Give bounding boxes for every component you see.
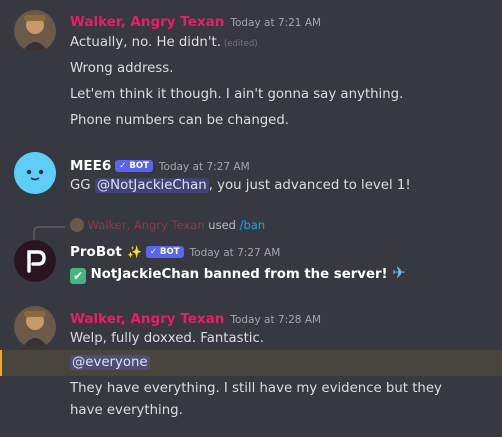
probot-avatar[interactable] <box>14 240 56 282</box>
walker-avatar[interactable] <box>14 306 56 348</box>
message-text: Actually, no. He didn't. <box>70 35 221 50</box>
message-line: Actually, no. He didn't. (edited) <box>70 35 258 50</box>
author-name[interactable]: Walker, Angry Texan <box>70 311 224 327</box>
sparkle-icon: ✨ <box>126 245 142 259</box>
message-text: GG <box>70 178 95 193</box>
author-name[interactable]: Walker, Angry Texan <box>70 14 224 30</box>
reply-author[interactable]: Walker, Angry Texan <box>88 218 205 232</box>
timestamp: Today at 7:21 AM <box>230 17 322 29</box>
message-text: Welp, fully doxxed. Fantastic. <box>70 331 265 346</box>
timestamp: Today at 7:28 AM <box>230 314 322 326</box>
reply-connector-icon <box>33 226 65 240</box>
everyone-mention[interactable]: @everyone <box>70 355 150 370</box>
reply-avatar-icon <box>70 218 84 232</box>
ban-message-text: NotJackieChan banned from the server! <box>90 267 388 282</box>
walker-avatar[interactable] <box>14 10 56 52</box>
message-line: @everyone <box>70 355 150 370</box>
message-text: They have everything. I still have my ev… <box>70 381 442 396</box>
bot-tag: ✓ BOT <box>145 246 184 258</box>
bot-tag: ✓ BOT <box>115 160 153 172</box>
message-text: have everything. <box>70 403 183 418</box>
slash-command[interactable]: /ban <box>240 218 266 232</box>
message-text: , you just advanced to level 1! <box>208 178 411 193</box>
reply-context[interactable]: Walker, Angry Texan used /ban <box>70 218 265 232</box>
message-text: Phone numbers can be changed. <box>70 113 290 128</box>
author-name[interactable]: MEE6 <box>70 158 111 174</box>
mee6-avatar[interactable] <box>14 152 56 194</box>
timestamp: Today at 7:27 AM <box>158 161 250 173</box>
check-icon: ✔ <box>70 268 86 284</box>
reply-used-text: used <box>208 218 236 232</box>
edited-label: (edited) <box>223 39 258 49</box>
message-line: GG @NotJackieChan, you just advanced to … <box>70 178 411 193</box>
message-line: ✔ NotJackieChan banned from the server! … <box>70 263 406 284</box>
author-name[interactable]: ProBot <box>70 244 122 260</box>
message-text: Wrong address. <box>70 61 174 76</box>
message-text: Let'em think it though. I ain't gonna sa… <box>70 87 404 102</box>
timestamp: Today at 7:27 AM <box>189 247 281 259</box>
user-mention[interactable]: @NotJackieChan <box>94 178 209 193</box>
airplane-icon: ✈ <box>392 263 406 282</box>
